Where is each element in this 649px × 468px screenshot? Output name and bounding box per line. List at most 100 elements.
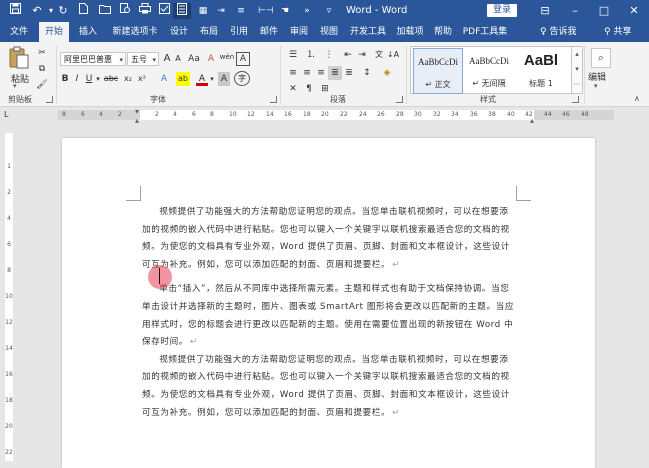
sort-icon[interactable]: ↓A <box>386 48 400 62</box>
print-icon[interactable] <box>138 3 152 19</box>
align-left-icon[interactable]: ≡ <box>286 66 300 80</box>
paragraph[interactable]: 视频提供了功能强大的方法帮助您证明您的观点。当您单击联机视频时，可以在想要添加的… <box>142 204 516 274</box>
hand-icon[interactable]: ☚ <box>278 3 292 19</box>
tab-help[interactable]: 帮助 <box>430 22 456 42</box>
increase-indent-icon[interactable]: ⇥ <box>356 48 368 62</box>
ribbon-display-icon[interactable]: ⊟ <box>537 3 553 19</box>
share-button[interactable]: ⚲ 共享 <box>604 22 631 42</box>
italic-button[interactable]: I <box>72 72 82 86</box>
clipboard-launcher-icon[interactable] <box>46 96 53 103</box>
tab-layout[interactable]: 布局 <box>196 22 222 42</box>
chinese-layout-icon[interactable]: 文 <box>372 48 386 62</box>
font-color-icon[interactable]: A <box>196 72 208 86</box>
tab-mailings[interactable]: 邮件 <box>256 22 282 42</box>
document-page[interactable]: 视频提供了功能强大的方法帮助您证明您的观点。当您单击联机视频时，可以在想要添加的… <box>62 138 595 468</box>
save-icon[interactable] <box>8 3 22 19</box>
minimize-icon[interactable]: – <box>567 3 583 19</box>
distributed-icon[interactable]: ≣ <box>342 66 356 80</box>
styles-launcher-icon[interactable] <box>572 96 579 103</box>
paste-icon[interactable] <box>8 46 30 70</box>
underline-dropdown-icon[interactable]: ▾ <box>95 72 101 86</box>
style-heading-1[interactable]: AaBl 标题 1 <box>517 48 565 92</box>
decrease-indent-icon[interactable]: ⇤ <box>342 48 354 62</box>
search-icon[interactable]: ⌕ <box>591 48 611 68</box>
outline-icon[interactable] <box>173 3 191 19</box>
grow-font-icon[interactable]: A <box>162 52 172 66</box>
align-icon[interactable]: ≡ <box>234 3 248 19</box>
underline-button[interactable]: U <box>84 72 94 86</box>
tab-addins[interactable]: 加载项 <box>393 22 427 42</box>
right-indent-icon[interactable]: ▴ <box>530 116 534 125</box>
paragraph-launcher-icon[interactable] <box>396 96 403 103</box>
char-border-icon[interactable]: A <box>236 52 250 66</box>
tab-new[interactable]: 新建选项卡 <box>107 22 163 42</box>
style-normal[interactable]: AaBbCcDi ↵ 正文 <box>413 48 463 94</box>
line-spacing-icon[interactable]: ⊢⊣ <box>258 3 274 19</box>
paragraph[interactable]: 视频提供了功能强大的方法帮助您证明您的观点。当您单击联机视频时，可以在想要添加的… <box>142 352 516 422</box>
shading-icon[interactable]: ◈ <box>380 66 394 80</box>
redo-icon[interactable]: ↻ <box>56 3 70 19</box>
cut-icon[interactable]: ✂ <box>36 46 48 60</box>
document-body[interactable]: 视频提供了功能强大的方法帮助您证明您的观点。当您单击联机视频时，可以在想要添加的… <box>142 204 516 422</box>
highlight-icon[interactable]: ab <box>176 72 190 86</box>
tab-references[interactable]: 引用 <box>226 22 252 42</box>
tab-developer[interactable]: 开发工具 <box>346 22 390 42</box>
bullets-icon[interactable]: ☰ <box>286 48 300 62</box>
font-color-dropdown-icon[interactable]: ▾ <box>209 72 215 86</box>
superscript-button[interactable]: x² <box>136 72 148 86</box>
enclose-char-icon[interactable]: 字 <box>234 71 250 86</box>
scroll-up-icon[interactable]: ▴ <box>572 47 582 62</box>
subscript-button[interactable]: x₂ <box>122 72 134 86</box>
scroll-down-icon[interactable]: ▾ <box>572 62 582 77</box>
tab-home[interactable]: 开始 <box>39 22 69 42</box>
text-effects-icon[interactable]: A <box>158 72 170 86</box>
line-spacing-icon[interactable]: ↕ <box>360 66 374 80</box>
paragraph-mark-icon[interactable]: ¶ <box>302 82 316 96</box>
borders-icon[interactable]: ⊞ <box>318 82 332 96</box>
grid-icon[interactable]: ▦ <box>196 3 210 19</box>
close-icon[interactable]: ✕ <box>626 3 642 19</box>
login-button[interactable]: 登录 <box>487 4 517 17</box>
paragraph[interactable]: 单击“插入”，然后从不同库中选择所需元素。主题和样式也有助于文档保持协调。当您单… <box>142 281 516 351</box>
tab-insert[interactable]: 插入 <box>73 22 103 42</box>
editing-dropdown-icon[interactable]: ▾ <box>594 82 598 90</box>
indent-icon[interactable]: ⇥ <box>214 3 228 19</box>
tab-selector-icon[interactable]: L <box>4 110 8 119</box>
style-no-spacing[interactable]: AaBbCcDi ↵ 无间隔 <box>465 48 513 92</box>
char-shading-icon[interactable]: A <box>218 72 230 86</box>
clear-format-icon[interactable]: A <box>205 52 217 66</box>
strikethrough-button[interactable]: abc <box>102 72 120 86</box>
shrink-font-icon[interactable]: A <box>173 52 183 66</box>
first-line-indent-icon[interactable]: ▾ <box>135 107 139 116</box>
bold-button[interactable]: B <box>60 72 70 86</box>
font-name-combo[interactable]: 阿里巴巴普惠 ▾ <box>60 52 126 66</box>
new-doc-icon[interactable] <box>76 3 90 19</box>
multilevel-list-icon[interactable]: ⋮ <box>322 48 336 62</box>
maximize-icon[interactable]: □ <box>596 3 612 19</box>
tab-design[interactable]: 设计 <box>166 22 192 42</box>
more-styles-icon[interactable]: ⋯ <box>572 77 582 92</box>
open-icon[interactable] <box>98 3 112 19</box>
phonetic-guide-icon[interactable]: wén <box>219 50 235 64</box>
collapse-ribbon-icon[interactable]: ∧ <box>634 94 640 103</box>
change-case-icon[interactable]: Aa <box>186 52 202 66</box>
checkbox-icon[interactable] <box>157 3 171 19</box>
undo-icon[interactable]: ↶ <box>30 3 44 19</box>
format-painter-icon[interactable]: 🖌 <box>36 78 48 92</box>
customize-icon[interactable]: ▿ <box>322 3 336 19</box>
align-right-icon[interactable]: ≡ <box>314 66 328 80</box>
hanging-indent-icon[interactable]: ▴ <box>135 116 139 125</box>
tab-view[interactable]: 视图 <box>316 22 342 42</box>
align-center-icon[interactable]: ≡ <box>300 66 314 80</box>
print-preview-icon[interactable] <box>118 3 132 19</box>
tell-me[interactable]: ♀ 告诉我 <box>540 22 576 42</box>
more-icon[interactable]: » <box>300 3 314 19</box>
tab-pdf[interactable]: PDF工具集 <box>460 22 510 42</box>
font-size-combo[interactable]: 五号 ▾ <box>127 52 159 66</box>
numbering-icon[interactable]: ⒈ <box>304 48 318 62</box>
paste-dropdown-icon[interactable]: ▾ <box>13 82 17 90</box>
copy-icon[interactable]: ⧉ <box>36 62 48 76</box>
styles-scrollbar[interactable]: ▴ ▾ ⋯ <box>571 46 583 94</box>
hide-chars-icon[interactable]: ✕ <box>286 82 300 96</box>
tab-review[interactable]: 审阅 <box>286 22 312 42</box>
